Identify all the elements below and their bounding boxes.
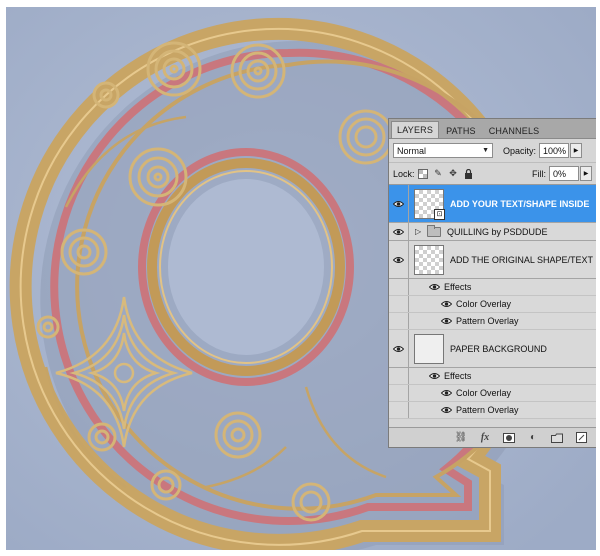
visibility-toggle[interactable] [389, 223, 409, 240]
eye-icon[interactable] [429, 283, 440, 291]
eye-icon [393, 256, 404, 263]
dropdown-arrow-icon: ▼ [482, 147, 489, 154]
adjustment-layer-icon[interactable]: ◐ [526, 432, 540, 444]
effect-row-color-overlay[interactable]: Color Overlay [389, 296, 596, 313]
layer-name: ADD THE ORIGINAL SHAPE/TEXT [450, 254, 594, 265]
effects-visibility-spacer [389, 279, 409, 295]
layer-thumbnail: ⊡ [414, 188, 445, 220]
eye-icon[interactable] [441, 406, 452, 414]
eye-icon[interactable] [429, 372, 440, 380]
layer-name: PAPER BACKGROUND [450, 343, 547, 354]
folder-icon [427, 224, 441, 237]
blend-options-row: Normal ▼ Opacity: 100% ▶ [389, 139, 596, 163]
layer-row-original-shape[interactable]: ADD THE ORIGINAL SHAPE/TEXT [389, 241, 596, 279]
lock-row: Lock: ✎ ✥ Fill: 0% ▶ [389, 163, 596, 185]
effect-name: Color Overlay [456, 299, 512, 309]
layer-row-add-text-shape[interactable]: ⊡ ADD YOUR TEXT/SHAPE INSIDE [389, 185, 596, 223]
opacity-label: Opacity: [503, 145, 537, 156]
effect-name: Color Overlay [456, 388, 512, 398]
add-mask-icon[interactable] [502, 432, 516, 444]
lock-icons: ✎ ✥ [418, 168, 478, 179]
panel-tab-bar: LAYERS PATHS CHANNELS [389, 119, 596, 139]
visibility-toggle[interactable] [389, 185, 409, 222]
smart-object-icon: ⊡ [434, 208, 445, 220]
effects-label: Effects [444, 282, 472, 292]
lock-brush-icon[interactable]: ✎ [433, 168, 444, 179]
fill-slider-button[interactable]: ▶ [580, 166, 592, 181]
blend-mode-select[interactable]: Normal ▼ [393, 143, 493, 158]
layers-panel[interactable]: LAYERS PATHS CHANNELS Normal ▼ Opacity: … [388, 118, 596, 448]
layer-row-quilling-group[interactable]: ▷ QUILLING by PSDDUDE [389, 223, 596, 241]
lock-transparent-icon[interactable] [418, 168, 429, 179]
tab-layers[interactable]: LAYERS [391, 121, 440, 138]
layer-name: QUILLING by PSDDUDE [447, 226, 548, 237]
layer-name: ADD YOUR TEXT/SHAPE INSIDE [450, 198, 590, 209]
layer-thumbnail [414, 244, 444, 275]
opacity-slider-button[interactable]: ▶ [570, 143, 583, 158]
lock-label: Lock: [393, 168, 415, 179]
tab-channels[interactable]: CHANNELS [483, 122, 546, 138]
eye-icon [393, 228, 404, 235]
fill-input[interactable]: 0% [549, 166, 579, 181]
effect-row-pattern-overlay[interactable]: Pattern Overlay [389, 313, 596, 330]
layer-list: ⊡ ADD YOUR TEXT/SHAPE INSIDE ▷ QUILLING … [389, 185, 596, 419]
effect-name: Pattern Overlay [456, 405, 519, 415]
layer-thumbnail [414, 333, 444, 364]
blend-mode-value: Normal [397, 145, 427, 156]
new-group-icon[interactable] [550, 432, 564, 444]
new-layer-icon[interactable] [574, 432, 588, 444]
fill-label: Fill: [532, 168, 546, 179]
effects-header-row[interactable]: Effects [389, 368, 596, 385]
effect-row-color-overlay[interactable]: Color Overlay [389, 385, 596, 402]
eye-icon[interactable] [441, 317, 452, 325]
visibility-toggle[interactable] [389, 330, 409, 367]
effect-name: Pattern Overlay [456, 316, 519, 326]
effect-row-pattern-overlay[interactable]: Pattern Overlay [389, 402, 596, 419]
eye-icon [393, 200, 404, 207]
link-layers-icon[interactable]: ⛓ [454, 432, 468, 444]
eye-icon[interactable] [441, 300, 452, 308]
opacity-input[interactable]: 100% [539, 143, 570, 158]
effects-label: Effects [444, 371, 472, 381]
panel-footer-toolbar: ⛓ fx ◐ [389, 427, 596, 447]
tab-paths[interactable]: PATHS [440, 122, 482, 138]
eye-icon [393, 345, 404, 352]
lock-move-icon[interactable]: ✥ [448, 168, 459, 179]
expand-triangle-icon[interactable]: ▷ [415, 227, 423, 236]
fill-group: Fill: 0% ▶ [522, 166, 592, 181]
eye-icon[interactable] [441, 389, 452, 397]
visibility-toggle[interactable] [389, 241, 409, 278]
lock-all-icon[interactable] [463, 168, 474, 179]
fx-icon[interactable]: fx [478, 432, 492, 444]
layer-row-paper-background[interactable]: PAPER BACKGROUND [389, 330, 596, 368]
effects-header-row[interactable]: Effects [389, 279, 596, 296]
